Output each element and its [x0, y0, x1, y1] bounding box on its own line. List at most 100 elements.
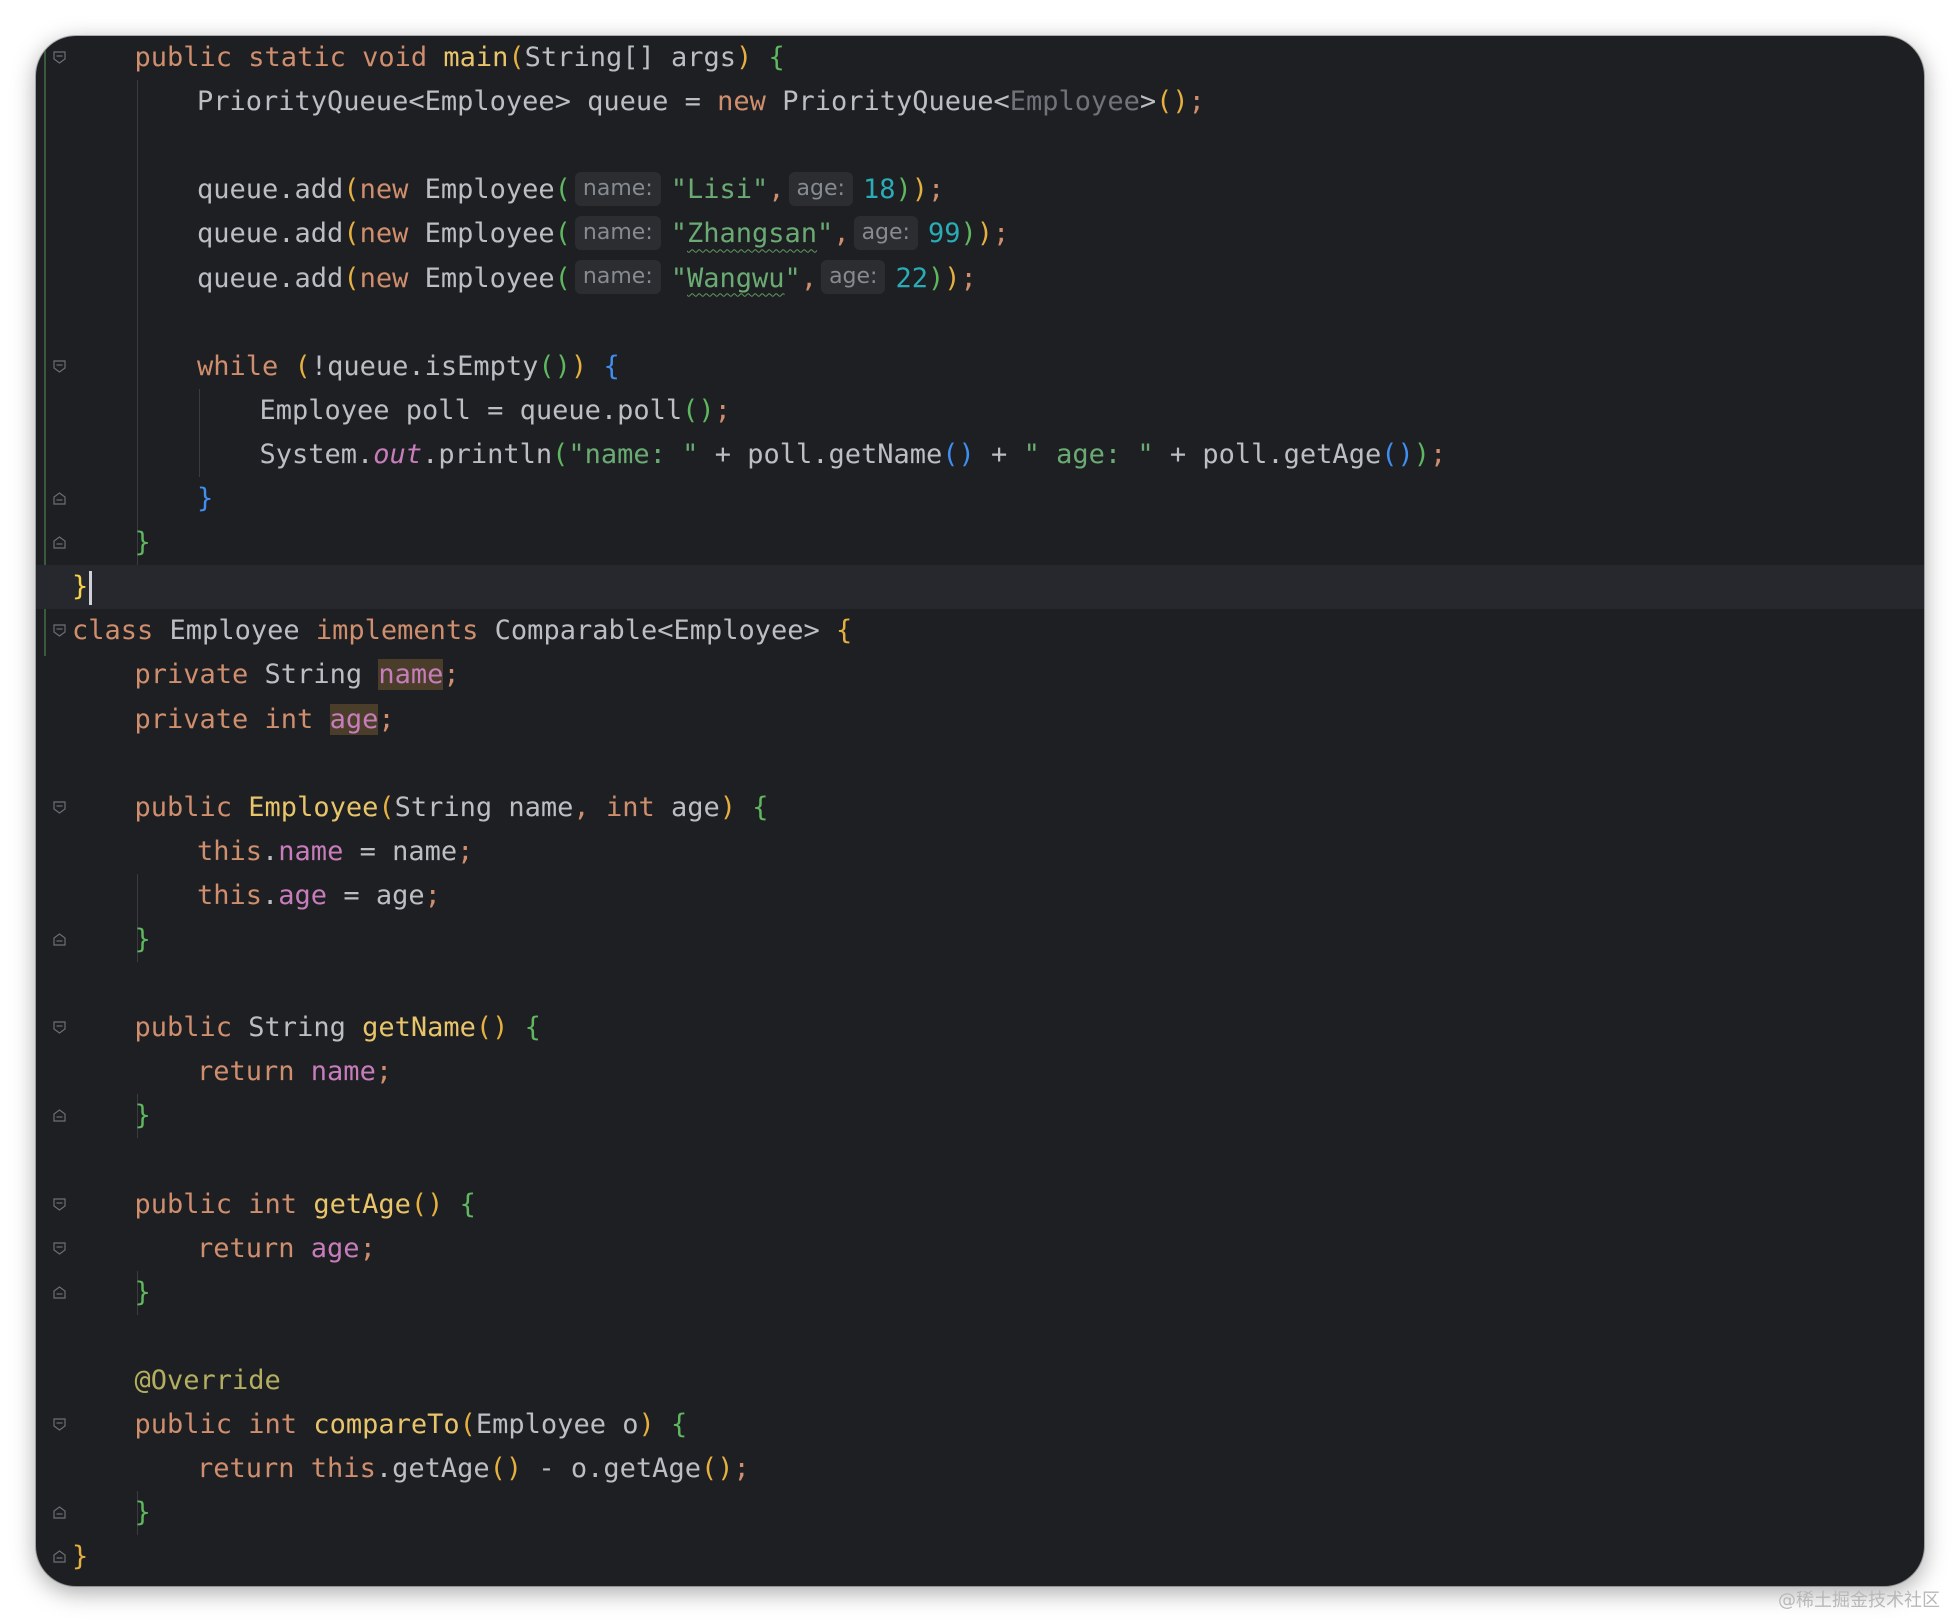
code-token: String [248, 1012, 363, 1044]
code-token: { [524, 1012, 541, 1044]
code-line[interactable]: queue.add(new Employee(name: "Wangwu", age… [36, 257, 1924, 301]
code-text: PriorityQueue<Employee> queue = new Prio… [197, 80, 1205, 124]
code-token: queue.add [197, 262, 344, 294]
code-token: ( [343, 174, 360, 206]
code-text: this.name = name; [197, 830, 473, 874]
code-line[interactable]: @Override [36, 1359, 1924, 1403]
code-text: } [135, 1491, 151, 1535]
code-line[interactable]: } [36, 1271, 1924, 1315]
code-line[interactable]: System.out.println("name: " + poll.getNa… [36, 433, 1924, 477]
code-token: () [682, 394, 715, 426]
code-line[interactable]: this.name = name; [36, 830, 1924, 874]
parameter-hint: age: [853, 215, 918, 250]
code-token: { [603, 350, 620, 382]
code-line[interactable] [36, 742, 1924, 786]
code-token: ( [552, 438, 569, 470]
code-token: Employee [424, 218, 555, 250]
parameter-hint: name: [574, 215, 661, 250]
code-line[interactable]: public String getName() { [36, 1006, 1924, 1050]
code-text: while (!queue.isEmpty()) { [197, 345, 620, 389]
code-token: ) [638, 1409, 655, 1441]
code-token: } [197, 483, 214, 514]
code-token: } [134, 527, 151, 559]
code-line[interactable] [36, 124, 1924, 168]
code-line[interactable]: } [36, 521, 1924, 565]
code-line[interactable]: } [36, 565, 1924, 610]
code-token: ) [736, 42, 753, 73]
code-token: age [329, 703, 379, 735]
code-line[interactable]: } [36, 1491, 1924, 1535]
code-token: ) [1413, 438, 1430, 470]
code-token: return [197, 1056, 311, 1088]
code-token: ) [960, 218, 977, 250]
code-token: + poll.getName [698, 438, 943, 470]
code-token: private [134, 703, 265, 735]
code-token: "Lisi" [670, 174, 769, 206]
code-token: ; [714, 394, 731, 426]
code-line[interactable]: public Employee(String name, int age) { [36, 786, 1924, 830]
code-line[interactable]: this.age = age; [36, 874, 1924, 918]
code-token: queue.add [197, 174, 344, 206]
code-token: ) [976, 218, 994, 250]
code-text: public String getName() { [135, 1006, 541, 1050]
code-line[interactable]: class Employee implements Comparable<Emp… [36, 609, 1924, 653]
code-line[interactable]: public static void main(String[] args) { [36, 36, 1924, 80]
code-line[interactable]: public int getAge() { [36, 1183, 1924, 1227]
code-line[interactable]: public int compareTo(Employee o) { [36, 1403, 1924, 1447]
code-line[interactable]: while (!queue.isEmpty()) { [36, 345, 1924, 389]
code-token: ; [457, 835, 474, 867]
code-token: new [359, 218, 425, 250]
code-token: public [134, 1188, 249, 1220]
code-line[interactable]: return this.getAge() - o.getAge(); [36, 1447, 1924, 1491]
code-text: } [135, 918, 151, 962]
code-text: return age; [197, 1227, 376, 1271]
code-text: public static void main(String[] args) { [135, 36, 785, 80]
code-token: void [362, 42, 444, 73]
code-token: - o.getAge [522, 1453, 701, 1485]
code-token: new [717, 86, 783, 118]
parameter-hint: name: [574, 260, 661, 294]
code-editor[interactable]: public static void main(String[] args) {… [36, 36, 1924, 1586]
code-line[interactable] [36, 962, 1924, 1006]
code-text: System.out.println("name: " + poll.getNa… [260, 433, 1447, 477]
code-line[interactable]: return name; [36, 1050, 1924, 1094]
code-line[interactable]: } [36, 1535, 1924, 1579]
code-token: ) [928, 262, 945, 294]
code-text: } [135, 521, 151, 565]
code-token: > [1139, 86, 1157, 118]
code-token: .getAge [375, 1453, 490, 1485]
code-token: , [768, 174, 785, 206]
code-token: ( [508, 42, 525, 73]
code-text: queue.add(new Employee(name: "Zhangsan", a… [197, 212, 1009, 256]
code-line[interactable]: PriorityQueue<Employee> queue = new Prio… [36, 80, 1924, 124]
code-token: } [72, 571, 89, 603]
code-text: queue.add(new Employee(name: "Lisi", age: 1… [197, 168, 944, 212]
code-line[interactable] [36, 1315, 1924, 1359]
code-line[interactable]: } [36, 477, 1924, 521]
code-line[interactable] [36, 1139, 1924, 1183]
code-line[interactable]: } [36, 1094, 1924, 1138]
code-line[interactable]: queue.add(new Employee(name: "Lisi", age: 1… [36, 168, 1924, 212]
code-token: int [248, 1409, 314, 1441]
code-token: ( [294, 350, 311, 382]
code-line[interactable]: private int age; [36, 698, 1924, 742]
code-line[interactable]: return age; [36, 1227, 1924, 1271]
code-token: Employee o [475, 1409, 639, 1441]
code-line[interactable]: } [36, 918, 1924, 962]
code-token: age [670, 791, 720, 823]
code-area[interactable]: public static void main(String[] args) {… [36, 36, 1924, 1586]
code-line[interactable] [36, 301, 1924, 345]
code-token: class [72, 615, 170, 647]
code-token: 99 [927, 218, 961, 250]
code-line[interactable]: private String name; [36, 653, 1924, 697]
code-token: Employee [1009, 86, 1140, 118]
code-line[interactable]: queue.add(new Employee(name: "Zhangsan", a… [36, 212, 1924, 256]
code-token: age [278, 879, 328, 911]
code-token: " [670, 218, 687, 250]
code-text: } [197, 477, 213, 521]
code-line[interactable]: Employee poll = queue.poll(); [36, 389, 1924, 433]
code-token: name [310, 1056, 376, 1088]
code-token: { [768, 42, 785, 73]
